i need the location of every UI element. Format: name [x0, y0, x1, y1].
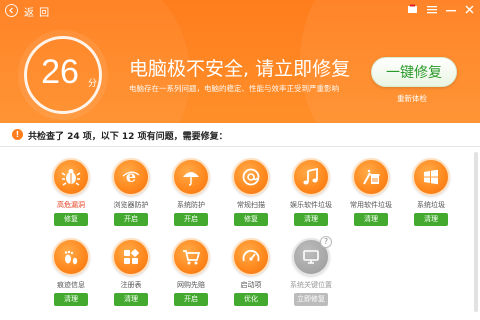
close-icon[interactable] [463, 3, 476, 15]
status-title: 电脑极不安全, 请立即修复 [129, 58, 351, 80]
issue-item-system-protect[interactable]: 系统防护 开启 [164, 158, 218, 234]
help-badge-icon[interactable]: ? [320, 236, 332, 248]
issue-item-startup[interactable]: 启动项 优化 [224, 238, 278, 314]
issue-label: 系统关键位置 [290, 281, 332, 289]
issue-label: 启动项 [240, 281, 262, 289]
clean-button[interactable]: 清理 [294, 213, 328, 226]
recheck-link[interactable]: 重新体检 [397, 93, 427, 104]
repair-button[interactable]: 修复 [234, 213, 268, 226]
title-bar: 返 回 [0, 0, 480, 20]
bug-icon[interactable] [52, 158, 90, 196]
back-button[interactable]: 返 回 [24, 4, 50, 19]
cart-icon[interactable] [172, 238, 210, 276]
browser-icon[interactable]: e [112, 158, 150, 196]
issue-label: 常用软件垃圾 [350, 201, 392, 209]
issue-item-shopping[interactable]: 网购先赔 开启 [164, 238, 218, 314]
clean-button[interactable]: 清理 [414, 213, 448, 226]
scan-icon[interactable] [232, 158, 270, 196]
minimize-icon[interactable] [444, 3, 457, 15]
registry-icon[interactable] [112, 238, 150, 276]
issue-item-system-critical[interactable]: ? 系统关键位置 立即修复 [284, 236, 338, 314]
clean-button[interactable]: 清理 [354, 213, 388, 226]
issue-item-traces[interactable]: 痕迹信息 清理 [44, 238, 98, 314]
issue-label: 系统防护 [177, 201, 205, 209]
status-subtitle: 电脑存在一系列问题，电脑的稳定、性能与效率正受到严重影响 [129, 84, 339, 93]
summary-text: 共检查了 24 项，以下 12 项有问题，需要修复： [28, 132, 228, 142]
issue-item-vuln[interactable]: 高危漏洞 修复 [44, 158, 98, 234]
issue-item-browser[interactable]: e 浏览器防护 开启 [104, 158, 158, 234]
warning-icon: ! [12, 129, 23, 140]
clean-icon[interactable] [352, 158, 390, 196]
issue-label: 痕迹信息 [57, 281, 85, 289]
clean-button[interactable]: 清理 [54, 293, 88, 306]
repair-button[interactable]: 修复 [54, 213, 88, 226]
fix-now-button[interactable]: 立即修复 [294, 293, 328, 306]
issue-label: 常规扫描 [237, 201, 265, 209]
umbrella-icon[interactable] [172, 158, 210, 196]
optimize-button[interactable]: 优化 [234, 293, 268, 306]
header-panel: 返 回 26 分 电脑极不安全, 请立即修复 电脑存在一系列问题，电脑的稳定、性… [0, 0, 480, 123]
footprint-icon[interactable] [52, 238, 90, 276]
score-unit: 分 [88, 79, 98, 89]
skin-icon[interactable] [406, 3, 419, 15]
clean-button[interactable]: 清理 [114, 293, 148, 306]
window-controls [406, 3, 476, 15]
issue-label: 浏览器防护 [113, 201, 149, 209]
score-ring: 26 分 [24, 36, 102, 114]
enable-button[interactable]: 开启 [174, 293, 208, 306]
svg-text:e: e [126, 167, 136, 186]
enable-button[interactable]: 开启 [174, 213, 208, 226]
issue-item-scan[interactable]: 常规扫描 修复 [224, 158, 278, 234]
app-window: 返 回 26 分 电脑极不安全, 请立即修复 电脑存在一系列问题，电脑的稳定、性… [0, 0, 480, 320]
summary-bar: ! 共检查了 24 项，以下 12 项有问题，需要修复： [0, 123, 480, 147]
score-value: 26 [41, 53, 79, 91]
issue-label: 网购先赔 [177, 281, 205, 289]
issue-item-registry[interactable]: 注册表 清理 [104, 238, 158, 314]
scrollbar[interactable] [474, 152, 478, 312]
issue-label: 注册表 [120, 281, 142, 289]
enable-button[interactable]: 开启 [114, 213, 148, 226]
issue-label: 高危漏洞 [57, 201, 85, 209]
one-click-fix-button[interactable]: 一键修复 [371, 57, 457, 87]
speed-icon[interactable] [232, 238, 270, 276]
issue-item-system-junk[interactable]: 系统垃圾 清理 [404, 158, 458, 234]
menu-icon[interactable] [425, 3, 438, 15]
back-arrow-icon[interactable] [5, 4, 18, 17]
issue-label: 娱乐软件垃圾 [290, 201, 332, 209]
windows-icon[interactable] [412, 158, 450, 196]
issue-item-app-junk[interactable]: 常用软件垃圾 清理 [344, 158, 398, 234]
issue-item-media-junk[interactable]: 娱乐软件垃圾 清理 [284, 158, 338, 234]
issue-label: 系统垃圾 [417, 201, 445, 209]
music-icon[interactable] [292, 158, 330, 196]
